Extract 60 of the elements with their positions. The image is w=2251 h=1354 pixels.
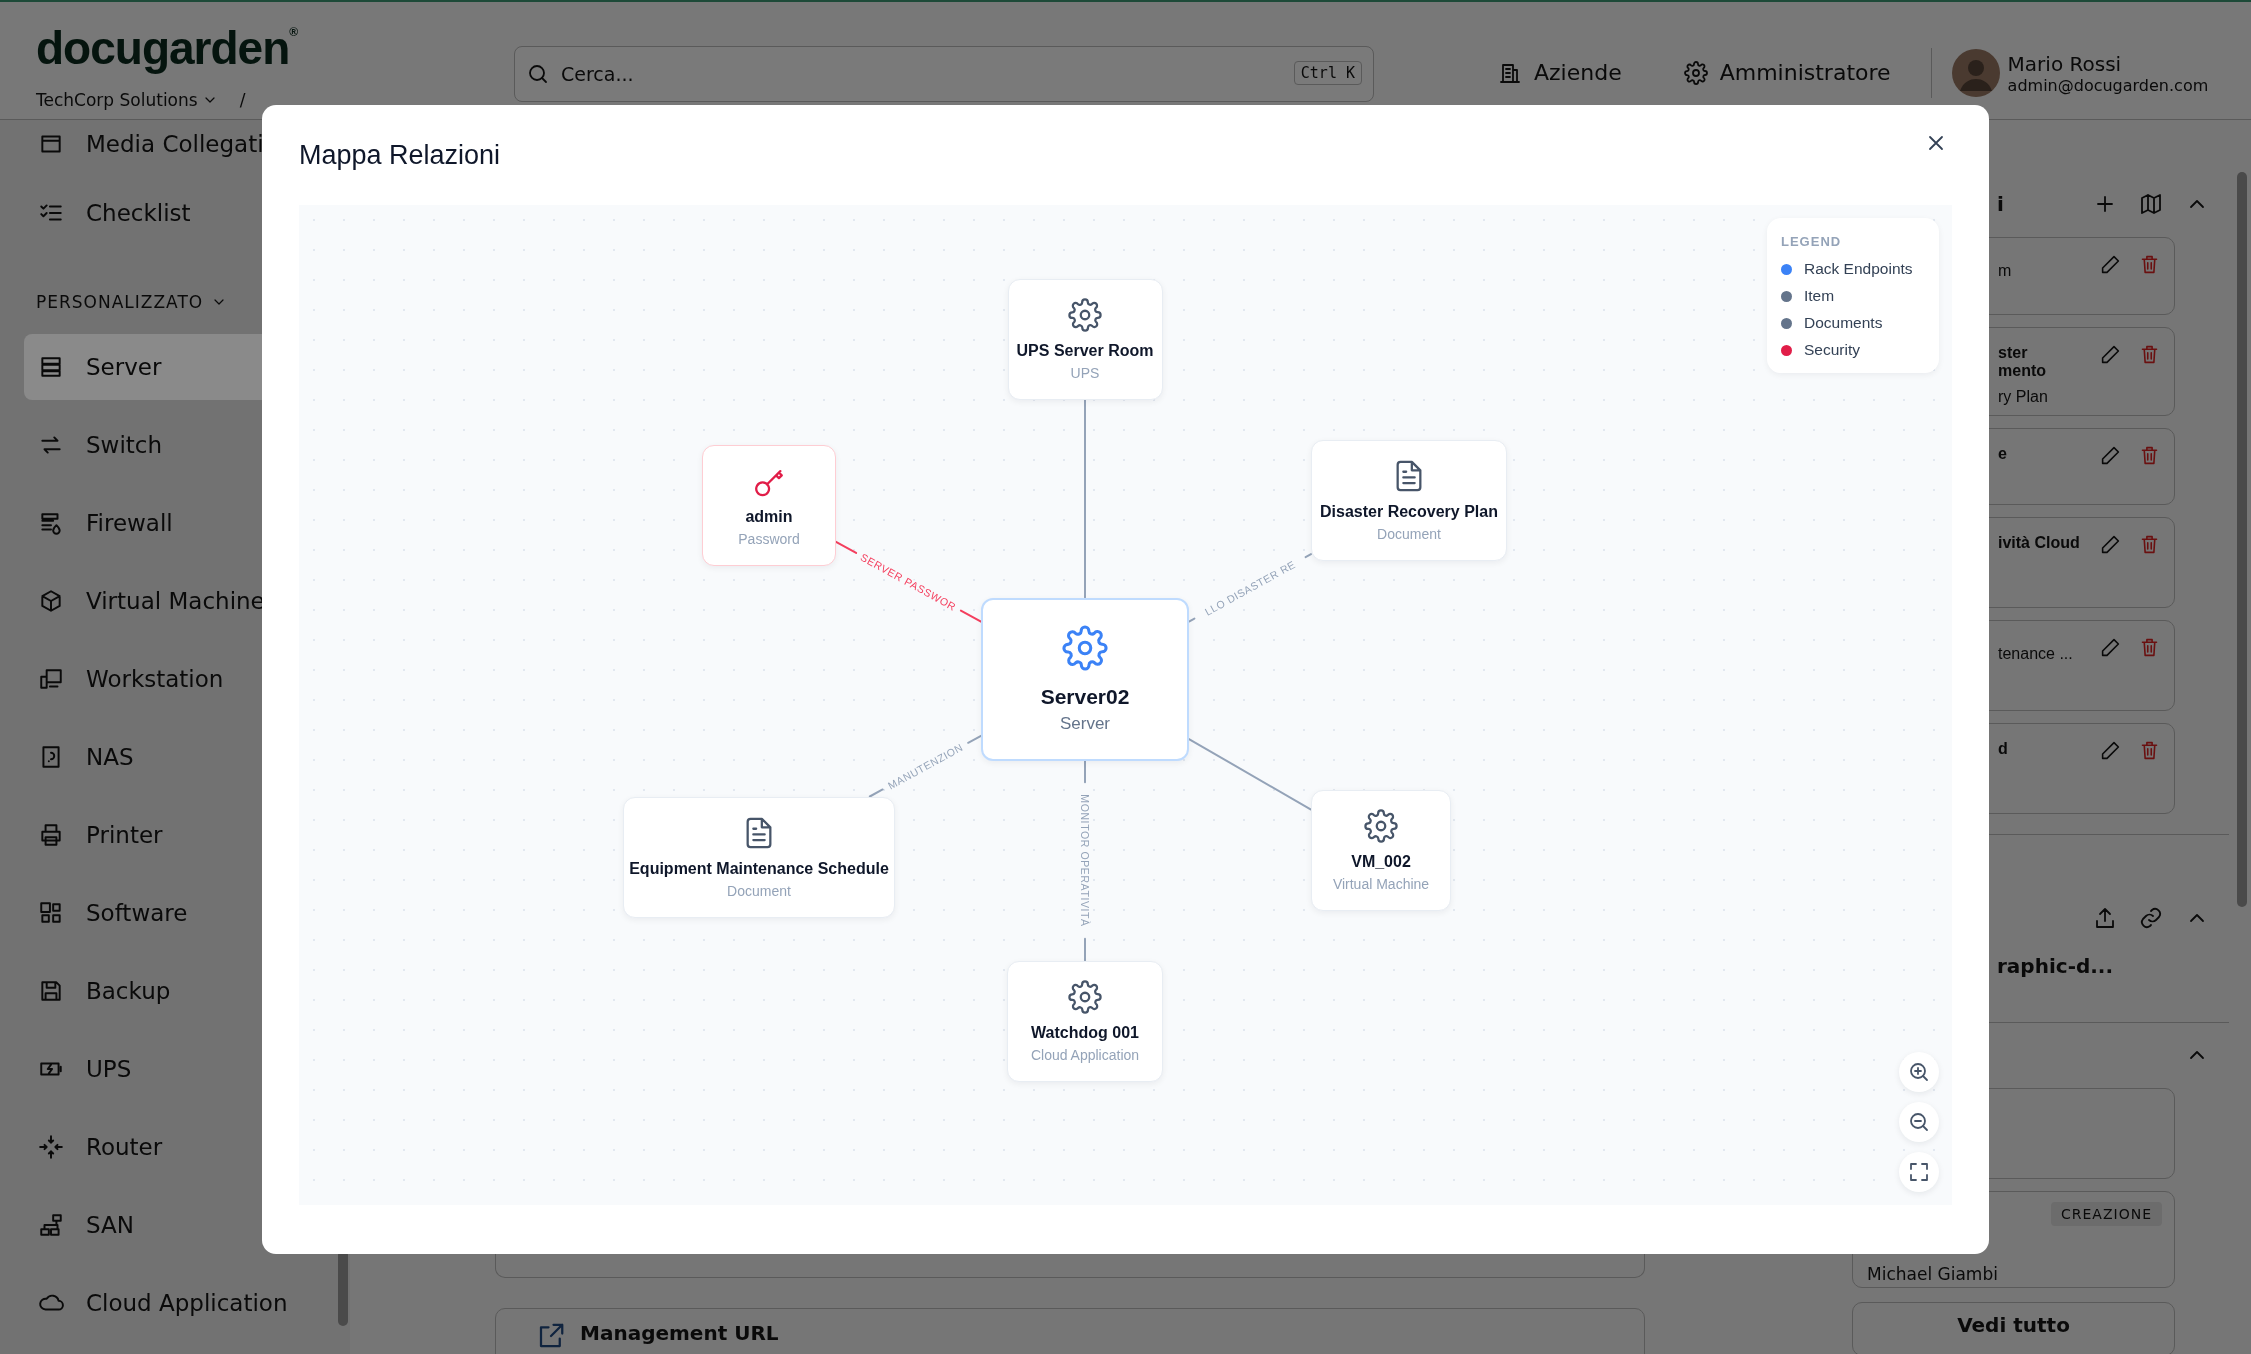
node-type: Cloud Application [1030, 1046, 1140, 1063]
sidebar-item[interactable]: Switch [24, 412, 340, 478]
sidebar-item[interactable]: Software [24, 880, 340, 946]
edge-label: MONITOR OPERATIVITÀ [1079, 794, 1091, 927]
breadcrumb-separator: / [239, 90, 246, 110]
event-badge: CREAZIONE [2051, 1202, 2162, 1227]
sidebar-item[interactable]: Backup [24, 958, 340, 1024]
node-name: Watchdog 001 [1031, 1023, 1139, 1042]
relation-title: d [1998, 739, 2009, 758]
sidebar-item[interactable]: Workstation [24, 646, 340, 712]
node-card[interactable]: Disaster Recovery Plan Document [1311, 439, 1507, 561]
section-title: i [1996, 191, 2005, 216]
node-type: Document [1377, 525, 1441, 542]
sidebar-item[interactable]: Cloud Application [24, 1270, 340, 1336]
sidebar-item[interactable]: Virtual Machine [24, 568, 340, 634]
node-card[interactable]: Watchdog 001 Cloud Application [1007, 960, 1163, 1082]
sidebar-item[interactable]: Router [24, 1114, 340, 1180]
node-card[interactable]: Server02 Server [981, 597, 1189, 761]
relation-title: e [1998, 444, 2008, 463]
node-card[interactable]: VM_002 Virtual Machine [1311, 789, 1451, 911]
relation-type: tenance ... [1998, 644, 2074, 663]
sidebar-item[interactable]: SAN [24, 1192, 340, 1258]
node-card[interactable]: Equipment Maintenance Schedule Document [623, 796, 895, 918]
relation-title: ività Cloud [1998, 533, 2081, 552]
shortcut-hint: Ctrl K [1293, 61, 1362, 85]
node-type: Server [1059, 713, 1111, 734]
nav-link[interactable]: Aziende [1498, 60, 1622, 85]
node-type: UPS [1070, 364, 1100, 381]
node-name: VM_002 [1351, 852, 1411, 871]
node-type: Virtual Machine [1332, 875, 1430, 892]
relation-title: mento [1998, 361, 2047, 380]
sidebar-item[interactable]: Firewall [24, 490, 340, 556]
relation-type: ry Plan [1998, 387, 2049, 406]
sidebar-item[interactable]: NAS [24, 724, 340, 790]
company-selector[interactable]: TechCorp Solutions [36, 90, 218, 110]
dialog-title: Mappa Relazioni [299, 139, 501, 171]
nav-link[interactable]: Amministratore [1683, 60, 1891, 85]
node-name: UPS Server Room [1016, 341, 1154, 360]
logo[interactable]: docugarden$^{®}$ [36, 22, 298, 74]
author-name: Michael Giambi [1867, 1264, 1998, 1285]
node-card[interactable]: admin Password [702, 444, 836, 566]
legend-title: LEGEND [1781, 234, 1843, 249]
node-name: Equipment Maintenance Schedule [629, 859, 889, 878]
card-title: Management URL [580, 1321, 779, 1345]
node-name: Disaster Recovery Plan [1320, 502, 1498, 521]
relation-title: ster [1998, 343, 2029, 362]
sidebar-item[interactable]: UPS [24, 1036, 340, 1102]
legend-label: Item [1804, 287, 1835, 305]
section-header[interactable]: PERSONALIZZATO [36, 280, 340, 324]
node-type: Document [727, 882, 791, 899]
node-card[interactable]: UPS Server Room UPS [1007, 278, 1163, 400]
node-type: Password [738, 530, 800, 547]
node-name: admin [745, 507, 793, 526]
sidebar-item[interactable]: Checklist [24, 180, 340, 246]
node-name: Server02 [1040, 684, 1130, 709]
relation-type: m [1998, 262, 2013, 281]
view-all-button[interactable]: Vedi tutto [1852, 1302, 2175, 1354]
user-name: Mario Rossi [2007, 51, 2123, 76]
sidebar-item[interactable]: Printer [24, 802, 340, 868]
user-email: admin@docugarden.com [2007, 75, 2209, 95]
